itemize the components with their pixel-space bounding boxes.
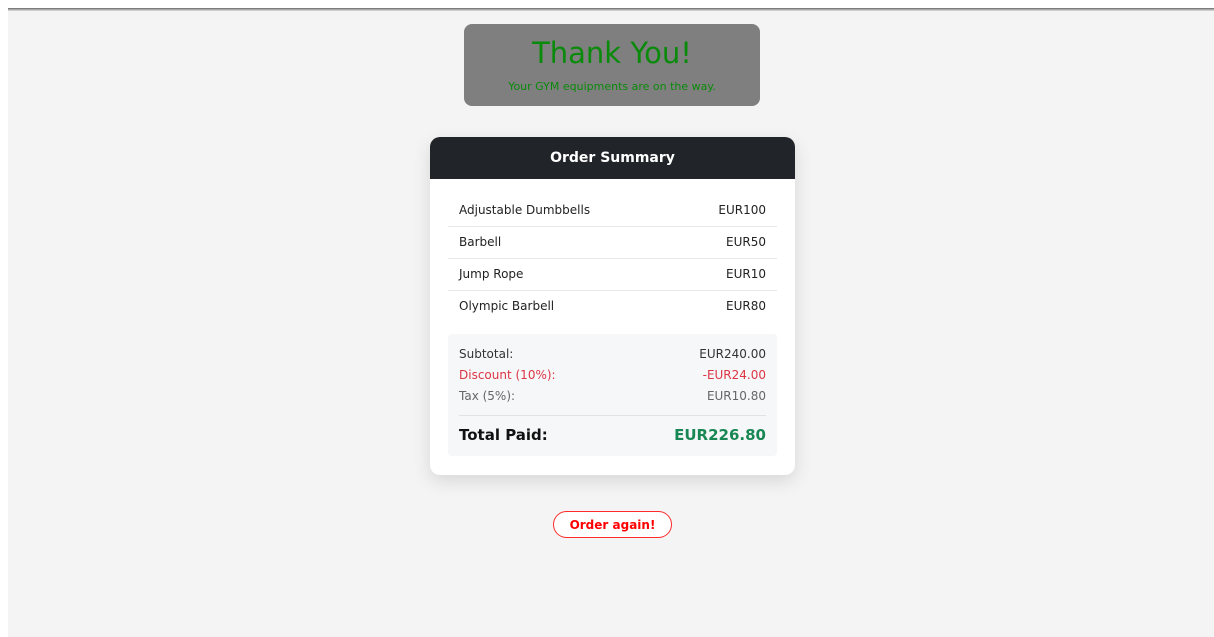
subtotal-row: Subtotal: EUR240.00 — [459, 344, 766, 365]
total-paid-value: EUR226.80 — [674, 426, 766, 444]
total-paid-row: Total Paid: EUR226.80 — [459, 424, 766, 446]
subtotal-value: EUR240.00 — [699, 347, 766, 361]
item-price: EUR100 — [718, 203, 766, 217]
list-item: Barbell EUR50 — [448, 227, 777, 259]
totals-panel: Subtotal: EUR240.00 Discount (10%): -EUR… — [448, 334, 777, 456]
totals-divider — [459, 415, 766, 416]
item-price: EUR50 — [726, 235, 766, 249]
order-again-button[interactable]: Order again! — [553, 511, 672, 538]
tax-label: Tax (5%): — [459, 389, 516, 403]
order-items-list: Adjustable Dumbbells EUR100 Barbell EUR5… — [448, 195, 777, 322]
tax-value: EUR10.80 — [706, 389, 766, 403]
tax-row: Tax (5%): EUR10.80 — [459, 386, 766, 407]
item-price: EUR80 — [726, 299, 766, 313]
list-item: Adjustable Dumbbells EUR100 — [448, 195, 777, 227]
thank-you-title: Thank You! — [532, 36, 692, 70]
discount-value: -EUR24.00 — [702, 368, 766, 382]
item-name: Olympic Barbell — [459, 299, 555, 313]
thank-you-subtitle: Your GYM equipments are on the way. — [508, 80, 716, 93]
total-paid-label: Total Paid: — [459, 426, 548, 444]
item-name: Jump Rope — [459, 267, 524, 281]
discount-label: Discount (10%): — [459, 368, 556, 382]
thank-you-banner: Thank You! Your GYM equipments are on th… — [464, 24, 760, 106]
order-summary-card: Order Summary Adjustable Dumbbells EUR10… — [430, 137, 795, 475]
discount-row: Discount (10%): -EUR24.00 — [459, 365, 766, 386]
list-item: Jump Rope EUR10 — [448, 259, 777, 291]
item-name: Adjustable Dumbbells — [459, 203, 591, 217]
list-item: Olympic Barbell EUR80 — [448, 291, 777, 322]
order-summary-header: Order Summary — [430, 137, 795, 179]
subtotal-label: Subtotal: — [459, 347, 514, 361]
top-edge-shadow — [8, 8, 1214, 11]
item-price: EUR10 — [726, 267, 766, 281]
item-name: Barbell — [459, 235, 502, 249]
